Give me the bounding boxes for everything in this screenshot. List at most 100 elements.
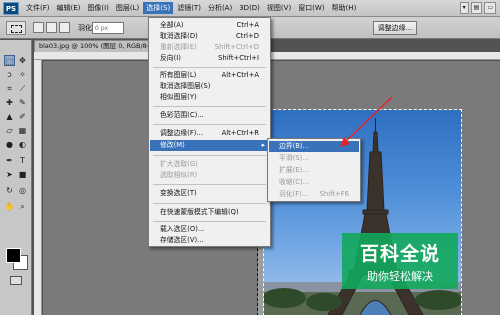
menu-item-label: 相似图层(Y) [160, 93, 197, 101]
photoshop-logo: PS [3, 1, 19, 15]
menu-3d[interactable]: 3D(D) [236, 3, 263, 13]
refine-edge-button[interactable]: 调整边缘... [373, 21, 417, 35]
3d-camera-icon[interactable]: ◎ [17, 185, 28, 196]
menu-item-label: 取消选择图层(S) [160, 82, 211, 90]
menu-bar: PS 文件(F) 编辑(E) 图像(I) 图层(L) 选择(S) 滤镜(T) 分… [0, 0, 500, 17]
menu-item-similar[interactable]: 选取相似(R) [150, 170, 269, 181]
clone-stamp-icon[interactable]: ▲ [4, 111, 15, 122]
menu-item-label: 羽化(F)... [279, 190, 309, 198]
brush-icon[interactable]: ✎ [17, 97, 28, 108]
menu-item-label: 取消选择(D) [160, 32, 198, 40]
move-icon[interactable]: ✥ [17, 55, 28, 66]
menu-item-label: 在快速蒙版模式下编辑(Q) [160, 208, 239, 216]
submenu-item-feather[interactable]: 羽化(F)... Shift+F6 [269, 189, 359, 200]
menu-item-label: 调整边缘(F)... [160, 129, 203, 137]
document-tab[interactable]: bla03.jpg @ 100% (图层 0, RGB/8#) [34, 40, 149, 52]
menu-item-label: 反向(I) [160, 54, 181, 62]
menu-item-label: 色彩范围(C)... [160, 111, 204, 119]
menu-separator [153, 124, 266, 125]
menu-item-label: 全部(A) [160, 21, 184, 29]
zoom-icon[interactable]: ⌕ [17, 201, 28, 212]
menu-item-label: 所有图层(L) [160, 71, 197, 79]
healing-brush-icon[interactable]: ✚ [4, 97, 15, 108]
menu-item-shortcut: Shift+Ctrl+I [218, 54, 259, 62]
blur-icon[interactable]: ● [4, 139, 15, 150]
select-dropdown-menu: 全部(A) Ctrl+A 取消选择(D) Ctrl+D 重新选择(E) Shif… [148, 17, 271, 247]
menu-separator [153, 67, 266, 68]
menu-item-shortcut: Ctrl+A [236, 21, 259, 29]
quick-mask-icon[interactable] [10, 276, 22, 285]
toolbox: ⬚ ✥ ↄ ✧ ⌗ ⟋ ✚ ✎ ▲ ✐ ▱ ▦ ● ◐ ✒ T ➤ ■ ↻ ◎ … [0, 40, 32, 315]
path-selection-icon[interactable]: ➤ [4, 169, 15, 180]
submenu-item-expand[interactable]: 扩展(E)... [269, 165, 359, 176]
menu-item-all-layers[interactable]: 所有图层(L) Alt+Ctrl+A [150, 70, 269, 81]
new-selection-icon[interactable] [33, 22, 44, 33]
menu-item-transform-selection[interactable]: 变换选区(T) [150, 188, 269, 199]
crop-icon[interactable]: ⌗ [4, 83, 15, 94]
shape-icon[interactable]: ■ [17, 169, 28, 180]
eyedropper-icon[interactable]: ⟋ [17, 83, 28, 94]
menu-item-shortcut: Ctrl+D [235, 32, 259, 40]
menu-bar-controls: ▾ ▤ ▭ [459, 2, 496, 14]
type-icon[interactable]: T [17, 155, 28, 166]
screen-mode-button[interactable]: ▭ [484, 2, 496, 14]
menu-item-label: 重新选择(E) [160, 43, 197, 51]
eraser-icon[interactable]: ▱ [4, 125, 15, 136]
add-to-selection-icon[interactable] [46, 22, 57, 33]
menu-image[interactable]: 图像(I) [84, 2, 112, 14]
feather-input[interactable] [92, 22, 124, 34]
arrange-documents-button[interactable]: ▤ [470, 2, 483, 14]
menu-item-save-selection[interactable]: 存储选区(V)... [150, 235, 269, 246]
menu-item-label: 变换选区(T) [160, 189, 197, 197]
menu-filter[interactable]: 滤镜(T) [174, 2, 204, 14]
subtract-selection-icon[interactable] [59, 22, 70, 33]
menu-item-shortcut: Alt+Ctrl+A [221, 71, 259, 79]
marquee-icon[interactable]: ⬚ [4, 55, 15, 66]
gradient-icon[interactable]: ▦ [17, 125, 28, 136]
pen-icon[interactable]: ✒ [4, 155, 15, 166]
submenu-item-contract[interactable]: 收缩(C)... [269, 177, 359, 188]
menu-item-load-selection[interactable]: 载入选区(O)... [150, 224, 269, 235]
menu-item-modify[interactable]: 修改(M) ▸ [150, 140, 269, 151]
watermark-subtitle: 助你轻松解决 [367, 270, 433, 283]
ruler-vertical [34, 60, 42, 315]
menu-layer[interactable]: 图层(L) [113, 2, 142, 14]
magic-wand-icon[interactable]: ✧ [17, 69, 28, 80]
menu-analysis[interactable]: 分析(A) [205, 2, 235, 14]
menu-item-color-range[interactable]: 色彩范围(C)... [150, 110, 269, 121]
menu-view[interactable]: 视图(V) [264, 2, 294, 14]
menu-item-label: 扩大选取(G) [160, 160, 198, 168]
menu-item-label: 载入选区(O)... [160, 225, 205, 233]
lasso-icon[interactable]: ↄ [4, 69, 15, 80]
menu-item-reselect[interactable]: 重新选择(E) Shift+Ctrl+D [150, 42, 269, 53]
3d-rotate-icon[interactable]: ↻ [4, 185, 15, 196]
menu-help[interactable]: 帮助(H) [329, 2, 360, 14]
menu-window[interactable]: 窗口(W) [295, 2, 327, 14]
menu-item-select-all[interactable]: 全部(A) Ctrl+A [150, 20, 269, 31]
dodge-icon[interactable]: ◐ [17, 139, 28, 150]
menu-item-label: 选取相似(R) [160, 171, 198, 179]
menu-separator [153, 106, 266, 107]
menu-item-shortcut: Shift+F6 [319, 190, 349, 198]
menu-item-refine-edge[interactable]: 调整边缘(F)... Alt+Ctrl+R [150, 128, 269, 139]
hand-icon[interactable]: ✋ [4, 201, 15, 212]
watermark-title: 百科全说 [359, 243, 440, 265]
menu-item-label: 收缩(C)... [279, 178, 310, 186]
foreground-color-swatch[interactable] [6, 248, 21, 263]
zoom-level-dropdown[interactable]: ▾ [459, 2, 469, 14]
menu-edit[interactable]: 编辑(E) [54, 2, 84, 14]
menu-item-deselect[interactable]: 取消选择(D) Ctrl+D [150, 31, 269, 42]
tool-preset-picker[interactable] [6, 21, 26, 35]
menu-separator [153, 184, 266, 185]
history-brush-icon[interactable]: ✐ [17, 111, 28, 122]
menu-item-similar-layers[interactable]: 相似图层(Y) [150, 92, 269, 103]
menu-item-grow[interactable]: 扩大选取(G) [150, 159, 269, 170]
annotation-arrow-icon [340, 96, 393, 147]
menu-item-inverse[interactable]: 反向(I) Shift+Ctrl+I [150, 53, 269, 64]
menu-item-deselect-layers[interactable]: 取消选择图层(S) [150, 81, 269, 92]
watermark-badge: 百科全说 助你轻松解决 [342, 233, 458, 289]
submenu-item-smooth[interactable]: 平滑(S)... [269, 153, 359, 164]
menu-file[interactable]: 文件(F) [23, 2, 53, 14]
menu-item-quick-mask[interactable]: 在快速蒙版模式下编辑(Q) [150, 207, 269, 218]
menu-select[interactable]: 选择(S) [143, 2, 174, 14]
